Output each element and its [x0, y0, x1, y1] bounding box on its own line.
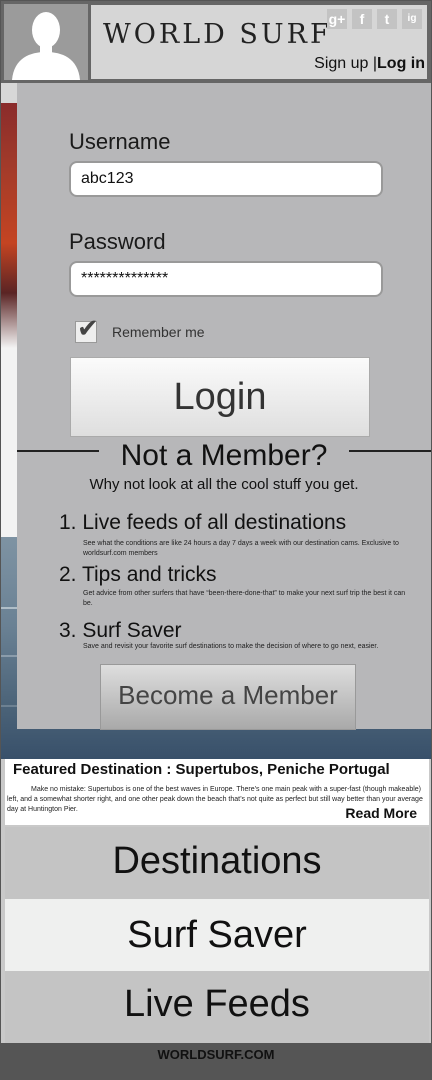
page-frame: WORLD SURF g+ f t ig Sign up |Log in Use… — [0, 0, 432, 1080]
feature-title: 2. Tips and tricks — [59, 563, 217, 586]
login-button[interactable]: Login — [70, 357, 370, 437]
password-label: Password — [69, 229, 166, 254]
twitter-icon[interactable]: t — [377, 9, 397, 29]
nav-surf-saver[interactable]: Surf Saver — [5, 899, 429, 971]
remember-me-label: Remember me — [112, 324, 205, 340]
become-member-button[interactable]: Become a Member — [100, 664, 356, 730]
header: WORLD SURF g+ f t ig Sign up |Log in — [1, 1, 431, 83]
avatar[interactable] — [4, 4, 88, 80]
not-a-member-subtitle: Why not look at all the cool stuff you g… — [89, 476, 359, 493]
feature-title: 1. Live feeds of all destinations — [59, 511, 347, 534]
read-more-link[interactable]: Read More — [345, 805, 417, 821]
sign-up-link[interactable]: Sign up | — [314, 55, 377, 72]
footer: WORLDSURF.COM — [1, 1043, 431, 1079]
feature-title: 3. Surf Saver — [59, 619, 182, 642]
site-logo[interactable]: WORLD SURF — [103, 19, 332, 50]
login-panel: Username Password ✔ Remember me Login No… — [17, 83, 431, 730]
google-plus-icon[interactable]: g+ — [327, 9, 347, 29]
username-field[interactable] — [69, 161, 383, 197]
nav-live-feeds[interactable]: Live Feeds — [5, 971, 429, 1043]
user-silhouette-icon — [12, 12, 80, 80]
featured-destination: Featured Destination : Supertubos, Penic… — [5, 759, 429, 825]
facebook-icon[interactable]: f — [352, 9, 372, 29]
checkmark-icon: ✔ — [77, 313, 99, 343]
feature-description: See what the conditions are like 24 hour… — [83, 540, 399, 557]
username-label: Username — [69, 129, 171, 154]
nav-destinations[interactable]: Destinations — [5, 827, 429, 899]
feature-description: Save and revisit your favorite surf dest… — [83, 643, 379, 650]
instagram-icon[interactable]: ig — [402, 9, 422, 29]
not-a-member-heading: Not a Member? — [120, 439, 328, 472]
feature-description: Get advice from other surfers that have … — [83, 590, 406, 607]
log-in-link[interactable]: Log in — [377, 55, 425, 72]
auth-links: Sign up |Log in — [314, 55, 425, 73]
featured-heading: Featured Destination : Supertubos, Penic… — [13, 761, 390, 778]
password-field[interactable] — [69, 261, 383, 297]
